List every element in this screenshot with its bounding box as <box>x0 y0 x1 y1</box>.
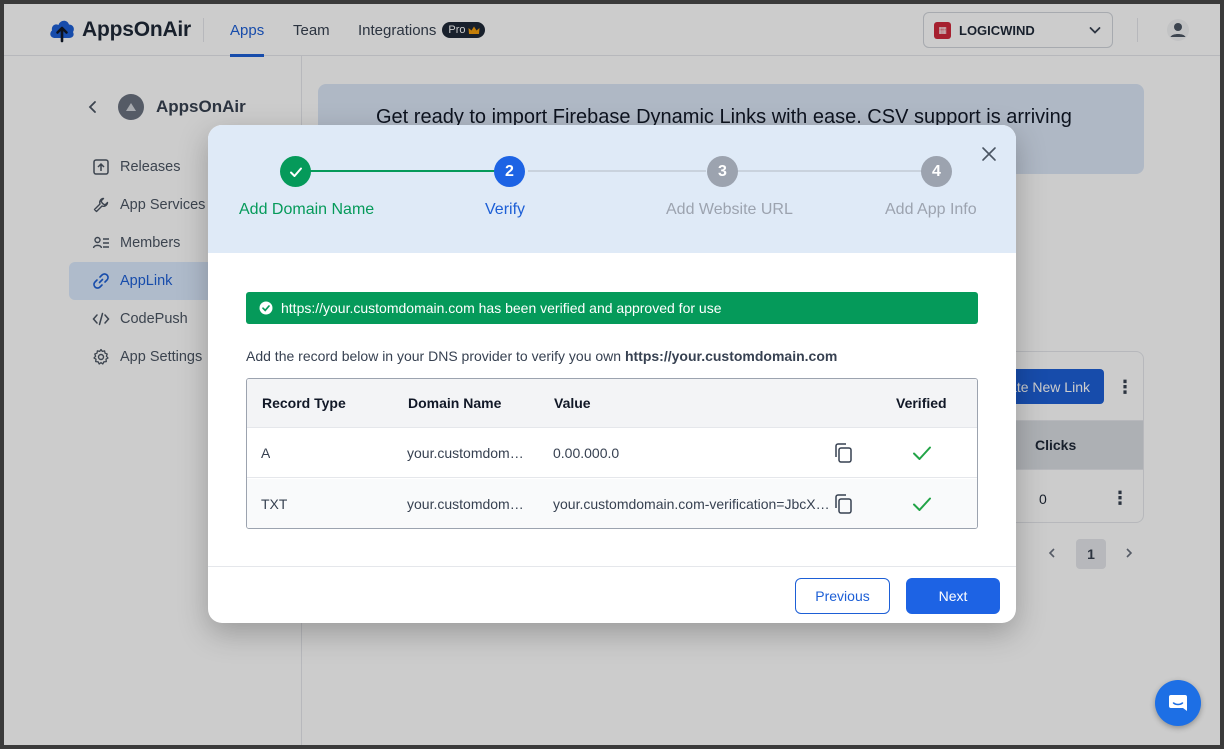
check-circle-icon <box>259 301 273 315</box>
chat-support-button[interactable] <box>1155 680 1201 726</box>
step-3-circle: 3 <box>707 156 738 187</box>
chat-icon <box>1169 695 1187 711</box>
previous-button[interactable]: Previous <box>795 578 890 614</box>
close-icon[interactable] <box>980 145 998 163</box>
step-connector <box>310 170 498 172</box>
instruction-domain: https://your.customdomain.com <box>624 348 838 364</box>
custom-domain-modal: 2 3 4 Add Domain Name Verify Add Website… <box>208 125 1016 623</box>
next-button[interactable]: Next <box>906 578 1000 614</box>
app-window: AppsOnAir Apps Team Integrations Pro ▦ L… <box>4 4 1220 745</box>
table-row: A your.customdomain.com 0.00.000.0 <box>247 428 977 478</box>
step-1-label: Add Domain Name <box>239 201 375 218</box>
check-icon <box>289 167 302 177</box>
step-1-circle <box>280 156 311 187</box>
copy-icon[interactable] <box>831 441 855 465</box>
domain-name-cell: your.customdomain.com <box>407 496 525 512</box>
step-2-circle: 2 <box>494 156 525 187</box>
record-type-cell: TXT <box>261 496 288 512</box>
dns-instruction: Add the record below in your DNS provide… <box>246 348 837 364</box>
step-2-label: Verify <box>485 201 526 218</box>
step-4-circle: 4 <box>921 156 952 187</box>
record-type-cell: A <box>261 444 271 461</box>
stepper: 2 3 4 Add Domain Name Verify Add Website… <box>208 125 1016 253</box>
copy-icon[interactable] <box>831 492 855 516</box>
table-header: Record Type Domain Name Value Verified <box>247 379 977 428</box>
column-domain-name: Domain Name <box>408 395 502 411</box>
dns-records-table: Record Type Domain Name Value Verified A… <box>246 378 978 529</box>
column-verified: Verified <box>896 395 947 411</box>
domain-name-cell: your.customdomain.com <box>407 445 525 461</box>
step-3-label: Add Website URL <box>666 201 793 218</box>
instruction-text: Add the record below in your DNS provide… <box>246 348 622 364</box>
column-value: Value <box>554 395 591 411</box>
value-cell: 0.00.000.0 <box>553 444 620 461</box>
step-4-label: Add App Info <box>885 201 977 218</box>
verified-check-icon <box>913 446 931 460</box>
verified-alert: https://your.customdomain.com has been v… <box>246 292 978 324</box>
modal-footer-divider <box>208 566 1016 567</box>
alert-text: https://your.customdomain.com has been v… <box>281 300 722 316</box>
value-cell: your.customdomain.com-verification=JbcXY… <box>553 496 831 512</box>
step-connector <box>736 170 922 172</box>
step-connector <box>528 170 706 172</box>
column-record-type: Record Type <box>262 395 346 411</box>
verified-check-icon <box>913 497 931 511</box>
table-row: TXT your.customdomain.com your.customdom… <box>247 479 977 528</box>
